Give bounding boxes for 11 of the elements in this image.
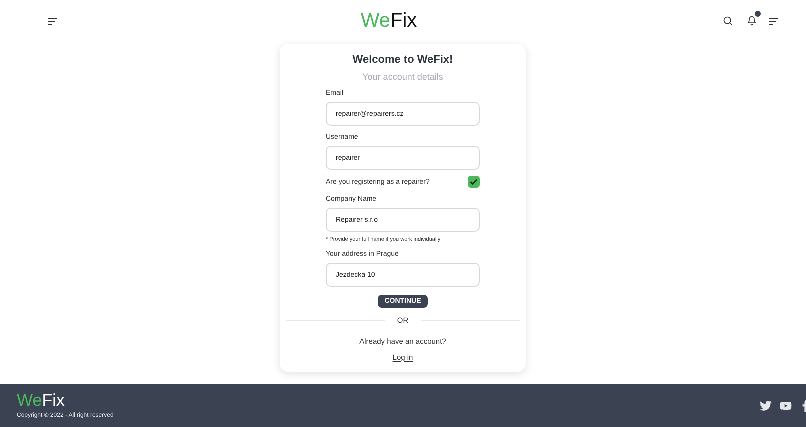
search-icon[interactable]: [721, 14, 735, 28]
menu-icon[interactable]: [48, 18, 57, 24]
form-title: Welcome to WeFix!: [352, 54, 454, 66]
logo[interactable]: WeFix: [360, 11, 418, 31]
bell-icon[interactable]: [745, 14, 759, 28]
twitter-icon[interactable]: [760, 400, 772, 412]
menu-icon[interactable]: [769, 18, 778, 24]
youtube-icon[interactable]: [780, 400, 792, 412]
footer-logo[interactable]: WeFix: [17, 392, 114, 409]
form-subtitle: Your account details: [362, 72, 444, 82]
repairer-checkbox[interactable]: [468, 176, 480, 188]
